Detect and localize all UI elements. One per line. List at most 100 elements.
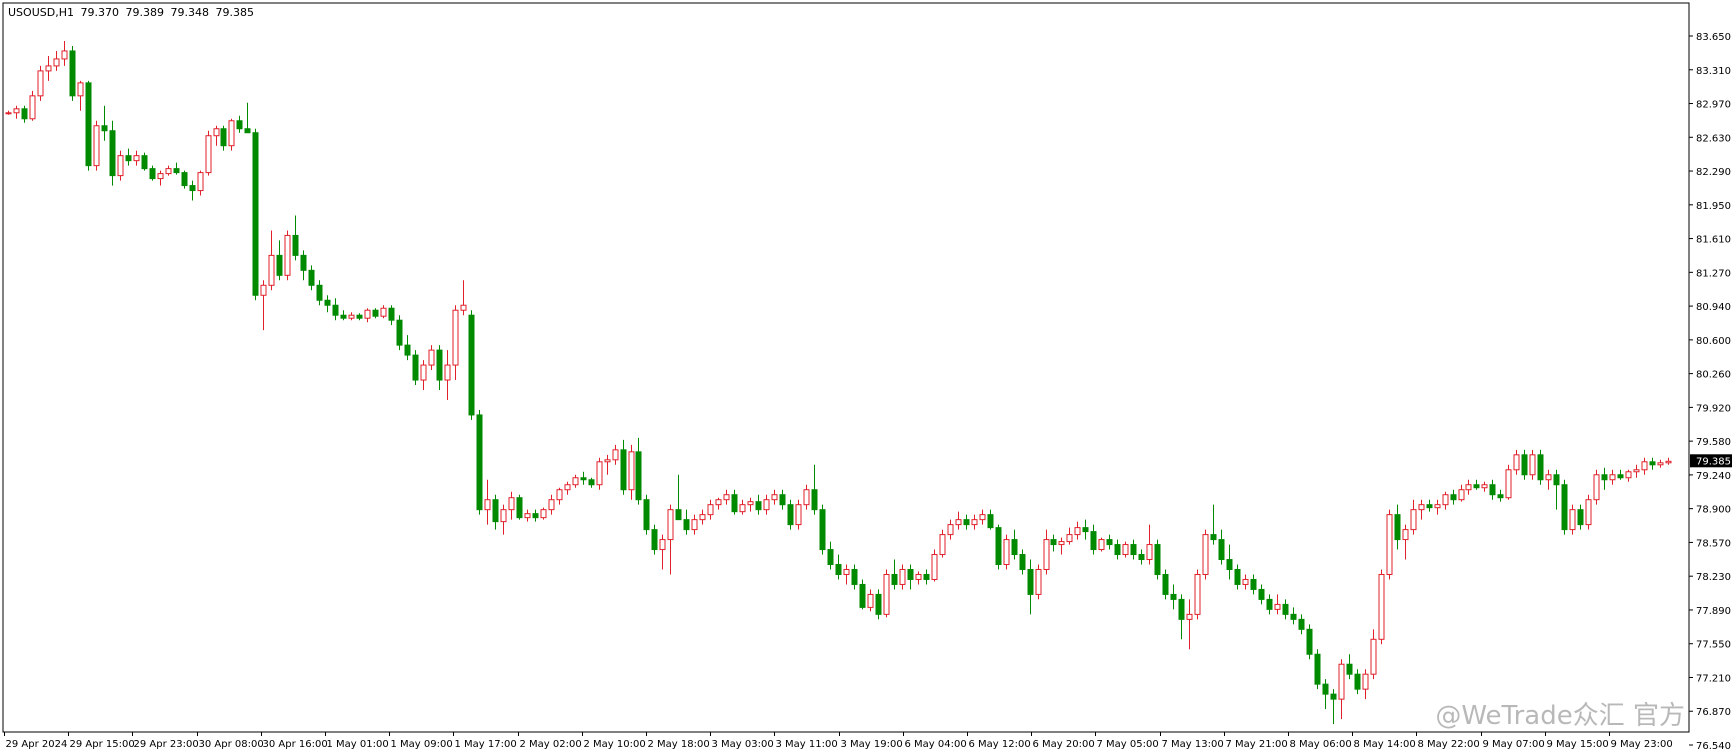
bull-candle bbox=[5, 112, 12, 115]
bear-candle bbox=[516, 497, 523, 519]
bear-candle bbox=[635, 451, 642, 501]
price-tick-label: 83.650 bbox=[1696, 32, 1731, 43]
bull-candle bbox=[37, 70, 44, 97]
bear-candle bbox=[308, 269, 315, 286]
bear-candle bbox=[69, 50, 76, 97]
time-tick-label: 2 May 18:00 bbox=[648, 739, 710, 750]
bull-candle bbox=[1122, 544, 1129, 556]
bull-candle bbox=[899, 568, 906, 585]
time-tick-label: 29 Apr 15:00 bbox=[70, 739, 135, 750]
bear-candle bbox=[1234, 568, 1241, 585]
bull-candle bbox=[612, 449, 619, 461]
bear-candle bbox=[492, 499, 499, 523]
bull-candle bbox=[691, 519, 698, 531]
bull-candle bbox=[484, 499, 491, 511]
bear-candle bbox=[1154, 544, 1161, 575]
bear-candle bbox=[396, 319, 403, 346]
bull-candle bbox=[795, 504, 802, 526]
bull-candle bbox=[763, 499, 770, 511]
bull-candle bbox=[604, 459, 611, 463]
bear-candle bbox=[1306, 628, 1313, 655]
bear-candle bbox=[468, 314, 475, 416]
time-tick-label: 7 May 21:00 bbox=[1226, 739, 1288, 750]
bear-candle bbox=[1082, 527, 1089, 533]
bull-candle bbox=[348, 314, 355, 319]
bear-candle bbox=[236, 120, 243, 130]
bear-candle bbox=[755, 501, 762, 511]
bear-candle bbox=[109, 130, 116, 177]
price-tick-label: 78.230 bbox=[1696, 572, 1731, 583]
symbol-label: USOUSD,H1 bbox=[8, 6, 74, 19]
bear-candle bbox=[875, 593, 882, 615]
bear-candle bbox=[1106, 539, 1113, 546]
bear-candle bbox=[683, 519, 690, 531]
bull-candle bbox=[1043, 539, 1050, 570]
bear-candle bbox=[1011, 539, 1018, 556]
bull-candle bbox=[460, 304, 467, 311]
bear-candle bbox=[1537, 454, 1544, 481]
bull-candle bbox=[1402, 529, 1409, 541]
bear-candle bbox=[324, 299, 331, 306]
bull-candle bbox=[971, 519, 978, 526]
low-price: 79.348 bbox=[170, 6, 209, 19]
bull-candle bbox=[444, 364, 451, 381]
time-tick-label: 3 May 19:00 bbox=[841, 739, 903, 750]
bull-candle bbox=[260, 284, 267, 296]
time-tick-label: 6 May 04:00 bbox=[905, 739, 967, 750]
chart-plot-frame bbox=[2, 2, 1690, 733]
bear-candle bbox=[189, 185, 196, 192]
bull-candle bbox=[1465, 484, 1472, 491]
bear-candle bbox=[1282, 603, 1289, 615]
bear-candle bbox=[476, 414, 483, 511]
bull-candle bbox=[572, 477, 579, 486]
bear-candle bbox=[356, 314, 363, 319]
time-tick-label: 1 May 09:00 bbox=[391, 739, 453, 750]
time-tick-label: 29 Apr 2024 bbox=[6, 739, 68, 750]
time-tick-label: 3 May 03:00 bbox=[712, 739, 774, 750]
current-price-label: 79.385 bbox=[1696, 456, 1731, 467]
bull-candle bbox=[1625, 471, 1632, 479]
bull-candle bbox=[1481, 484, 1488, 489]
bear-candle bbox=[1426, 504, 1433, 509]
bear-candle bbox=[300, 254, 307, 271]
price-tick-label: 83.310 bbox=[1696, 66, 1731, 77]
price-tick-label: 81.950 bbox=[1696, 201, 1731, 212]
bull-candle bbox=[564, 484, 571, 491]
bear-candle bbox=[1226, 559, 1233, 570]
bear-candle bbox=[412, 354, 419, 381]
bull-candle bbox=[428, 349, 435, 366]
bull-candle bbox=[739, 504, 746, 513]
bear-candle bbox=[1473, 484, 1480, 489]
bull-candle bbox=[205, 135, 212, 174]
time-tick-label: 7 May 13:00 bbox=[1162, 739, 1224, 750]
price-tick-label: 78.900 bbox=[1696, 505, 1731, 516]
time-tick-label: 1 May 01:00 bbox=[327, 739, 389, 750]
price-tick-label: 82.630 bbox=[1696, 133, 1731, 144]
bull-candle bbox=[1146, 544, 1153, 561]
bear-candle bbox=[731, 494, 738, 513]
bear-candle bbox=[835, 564, 842, 575]
bear-candle bbox=[1394, 514, 1401, 541]
bull-candle bbox=[157, 173, 164, 180]
price-tick-label: 77.890 bbox=[1696, 606, 1731, 617]
bull-candle bbox=[1035, 568, 1042, 595]
bear-candle bbox=[1114, 544, 1121, 556]
price-tick-label: 76.870 bbox=[1696, 707, 1731, 718]
bear-candle bbox=[819, 509, 826, 551]
bear-candle bbox=[292, 234, 299, 256]
bear-candle bbox=[1266, 598, 1273, 610]
candlestick-chart: 83.650 83.310 82.970 82.630 82.290 81.950 81.6… bbox=[2, 2, 1732, 752]
bear-candle bbox=[779, 494, 786, 506]
bull-candle bbox=[939, 534, 946, 556]
bull-candle bbox=[723, 494, 730, 501]
bull-candle bbox=[45, 65, 52, 72]
bear-candle bbox=[141, 155, 148, 170]
price-tick-label: 79.920 bbox=[1696, 403, 1731, 414]
bear-candle bbox=[340, 314, 347, 319]
bear-candle bbox=[987, 514, 994, 529]
bear-candle bbox=[220, 128, 227, 147]
bull-candle bbox=[197, 172, 204, 192]
bear-candle bbox=[995, 527, 1002, 566]
bull-candle bbox=[1386, 514, 1393, 575]
bull-candle bbox=[1585, 499, 1592, 526]
